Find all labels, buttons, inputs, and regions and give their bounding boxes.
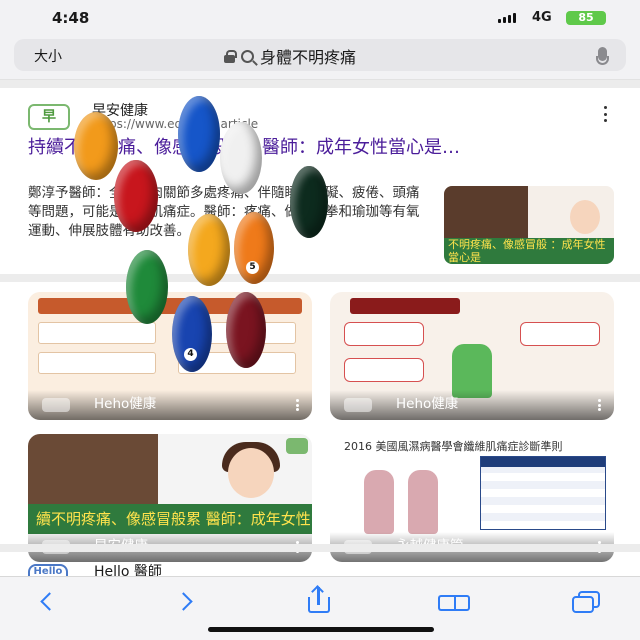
tile-more-icon[interactable] — [296, 399, 300, 411]
ball-number: 5 — [246, 260, 259, 274]
tabs-icon — [572, 596, 594, 613]
microphone-icon[interactable] — [596, 47, 609, 65]
search-icon — [241, 49, 254, 63]
brand-logo — [286, 438, 308, 454]
network-label: 4G — [532, 10, 552, 25]
home-indicator — [208, 627, 434, 632]
billiard-ball — [178, 96, 220, 172]
tabs-button[interactable] — [572, 587, 606, 617]
site-favicon: 早 — [28, 104, 70, 130]
tile-header: 2016 美國風濕病醫學會纖維肌痛症診斷準則 — [344, 440, 563, 453]
search-query[interactable]: 身體不明疼痛 — [260, 44, 356, 68]
body-diagram-back — [408, 470, 438, 534]
signal-icon — [498, 12, 516, 23]
battery-icon: 85 — [566, 11, 606, 25]
divider — [0, 80, 640, 88]
image-result-2[interactable]: Heho健康 — [330, 292, 614, 420]
status-bar: 4:48 4G 85 — [0, 0, 640, 36]
result-snippet: 鄭淳予醫師：全身肌肉關節多處疼痛、伴隨睡眠障礙、疲倦、頭痛等問題，可能是纖維肌痛… — [28, 185, 420, 239]
forward-icon — [174, 592, 193, 611]
ball-number: 4 — [184, 347, 197, 361]
tile-header — [350, 298, 460, 314]
back-button[interactable] — [30, 587, 64, 617]
info-box — [38, 352, 156, 374]
divider — [0, 274, 640, 282]
lock-icon — [224, 49, 237, 63]
tile-banner: 續不明疼痛、像感冒般累 醫師：成年女性當心是 — [28, 504, 312, 534]
forward-button[interactable] — [170, 587, 204, 617]
billiard-ball: 4 — [172, 296, 212, 372]
criteria-table — [480, 456, 606, 530]
more-options-icon[interactable] — [598, 106, 612, 122]
speech-bubble — [344, 358, 424, 382]
divider — [0, 544, 640, 552]
tile-illustration-face — [228, 448, 274, 498]
body-diagram-front — [364, 470, 394, 534]
tile-caption: Heho健康 — [28, 390, 312, 420]
billiard-ball — [126, 250, 168, 324]
speech-bubble — [520, 322, 600, 346]
back-icon — [40, 592, 59, 611]
share-button[interactable] — [302, 587, 336, 617]
billiard-ball — [114, 160, 158, 232]
billiard-ball: 5 — [234, 212, 274, 284]
tile-source: Heho健康 — [94, 396, 157, 412]
browser-page: 4:48 4G 85 大小 身體不明疼痛 早 早安健康 https://www.… — [0, 0, 640, 640]
address-bar-area: 大小 身體不明疼痛 — [0, 36, 640, 80]
info-box — [38, 322, 156, 344]
bookmarks-icon — [438, 595, 472, 613]
tile-source: Heho健康 — [396, 396, 459, 412]
thumb-illustration — [570, 200, 600, 234]
tile-caption: Heho健康 — [330, 390, 614, 420]
share-arrow-icon — [317, 587, 320, 605]
speech-bubble — [344, 322, 424, 346]
result-source[interactable]: 早 早安健康 https://www.edh.tw › article — [28, 100, 618, 134]
thumb-photo — [444, 186, 528, 246]
image-result-1[interactable]: Heho健康 — [28, 292, 312, 420]
billiard-ball — [188, 214, 230, 286]
tile-more-icon[interactable] — [598, 399, 602, 411]
bookmarks-button[interactable] — [438, 587, 472, 617]
image-result-3[interactable]: 續不明疼痛、像感冒般累 醫師：成年女性當心是 早安健康 — [28, 434, 312, 562]
image-result-4[interactable]: 2016 美國風濕病醫學會纖維肌痛症診斷準則 永越健康管… — [330, 434, 614, 562]
billiard-ball — [226, 292, 266, 368]
result-thumbnail[interactable]: 不明疼痛、像感冒般 ：成年女性當心是 — [444, 186, 614, 264]
text-size-button[interactable]: 大小 — [34, 46, 62, 66]
tile-photo — [28, 434, 158, 506]
source-logo — [42, 398, 70, 412]
source-logo — [344, 398, 372, 412]
billiard-ball — [220, 122, 262, 194]
billiard-ball — [74, 112, 118, 180]
address-content[interactable]: 身體不明疼痛 — [224, 44, 356, 68]
thumb-banner: 不明疼痛、像感冒般 ：成年女性當心是 — [444, 238, 614, 264]
status-time: 4:48 — [52, 9, 90, 27]
billiard-ball — [290, 166, 328, 238]
address-bar[interactable]: 大小 身體不明疼痛 — [14, 39, 626, 71]
